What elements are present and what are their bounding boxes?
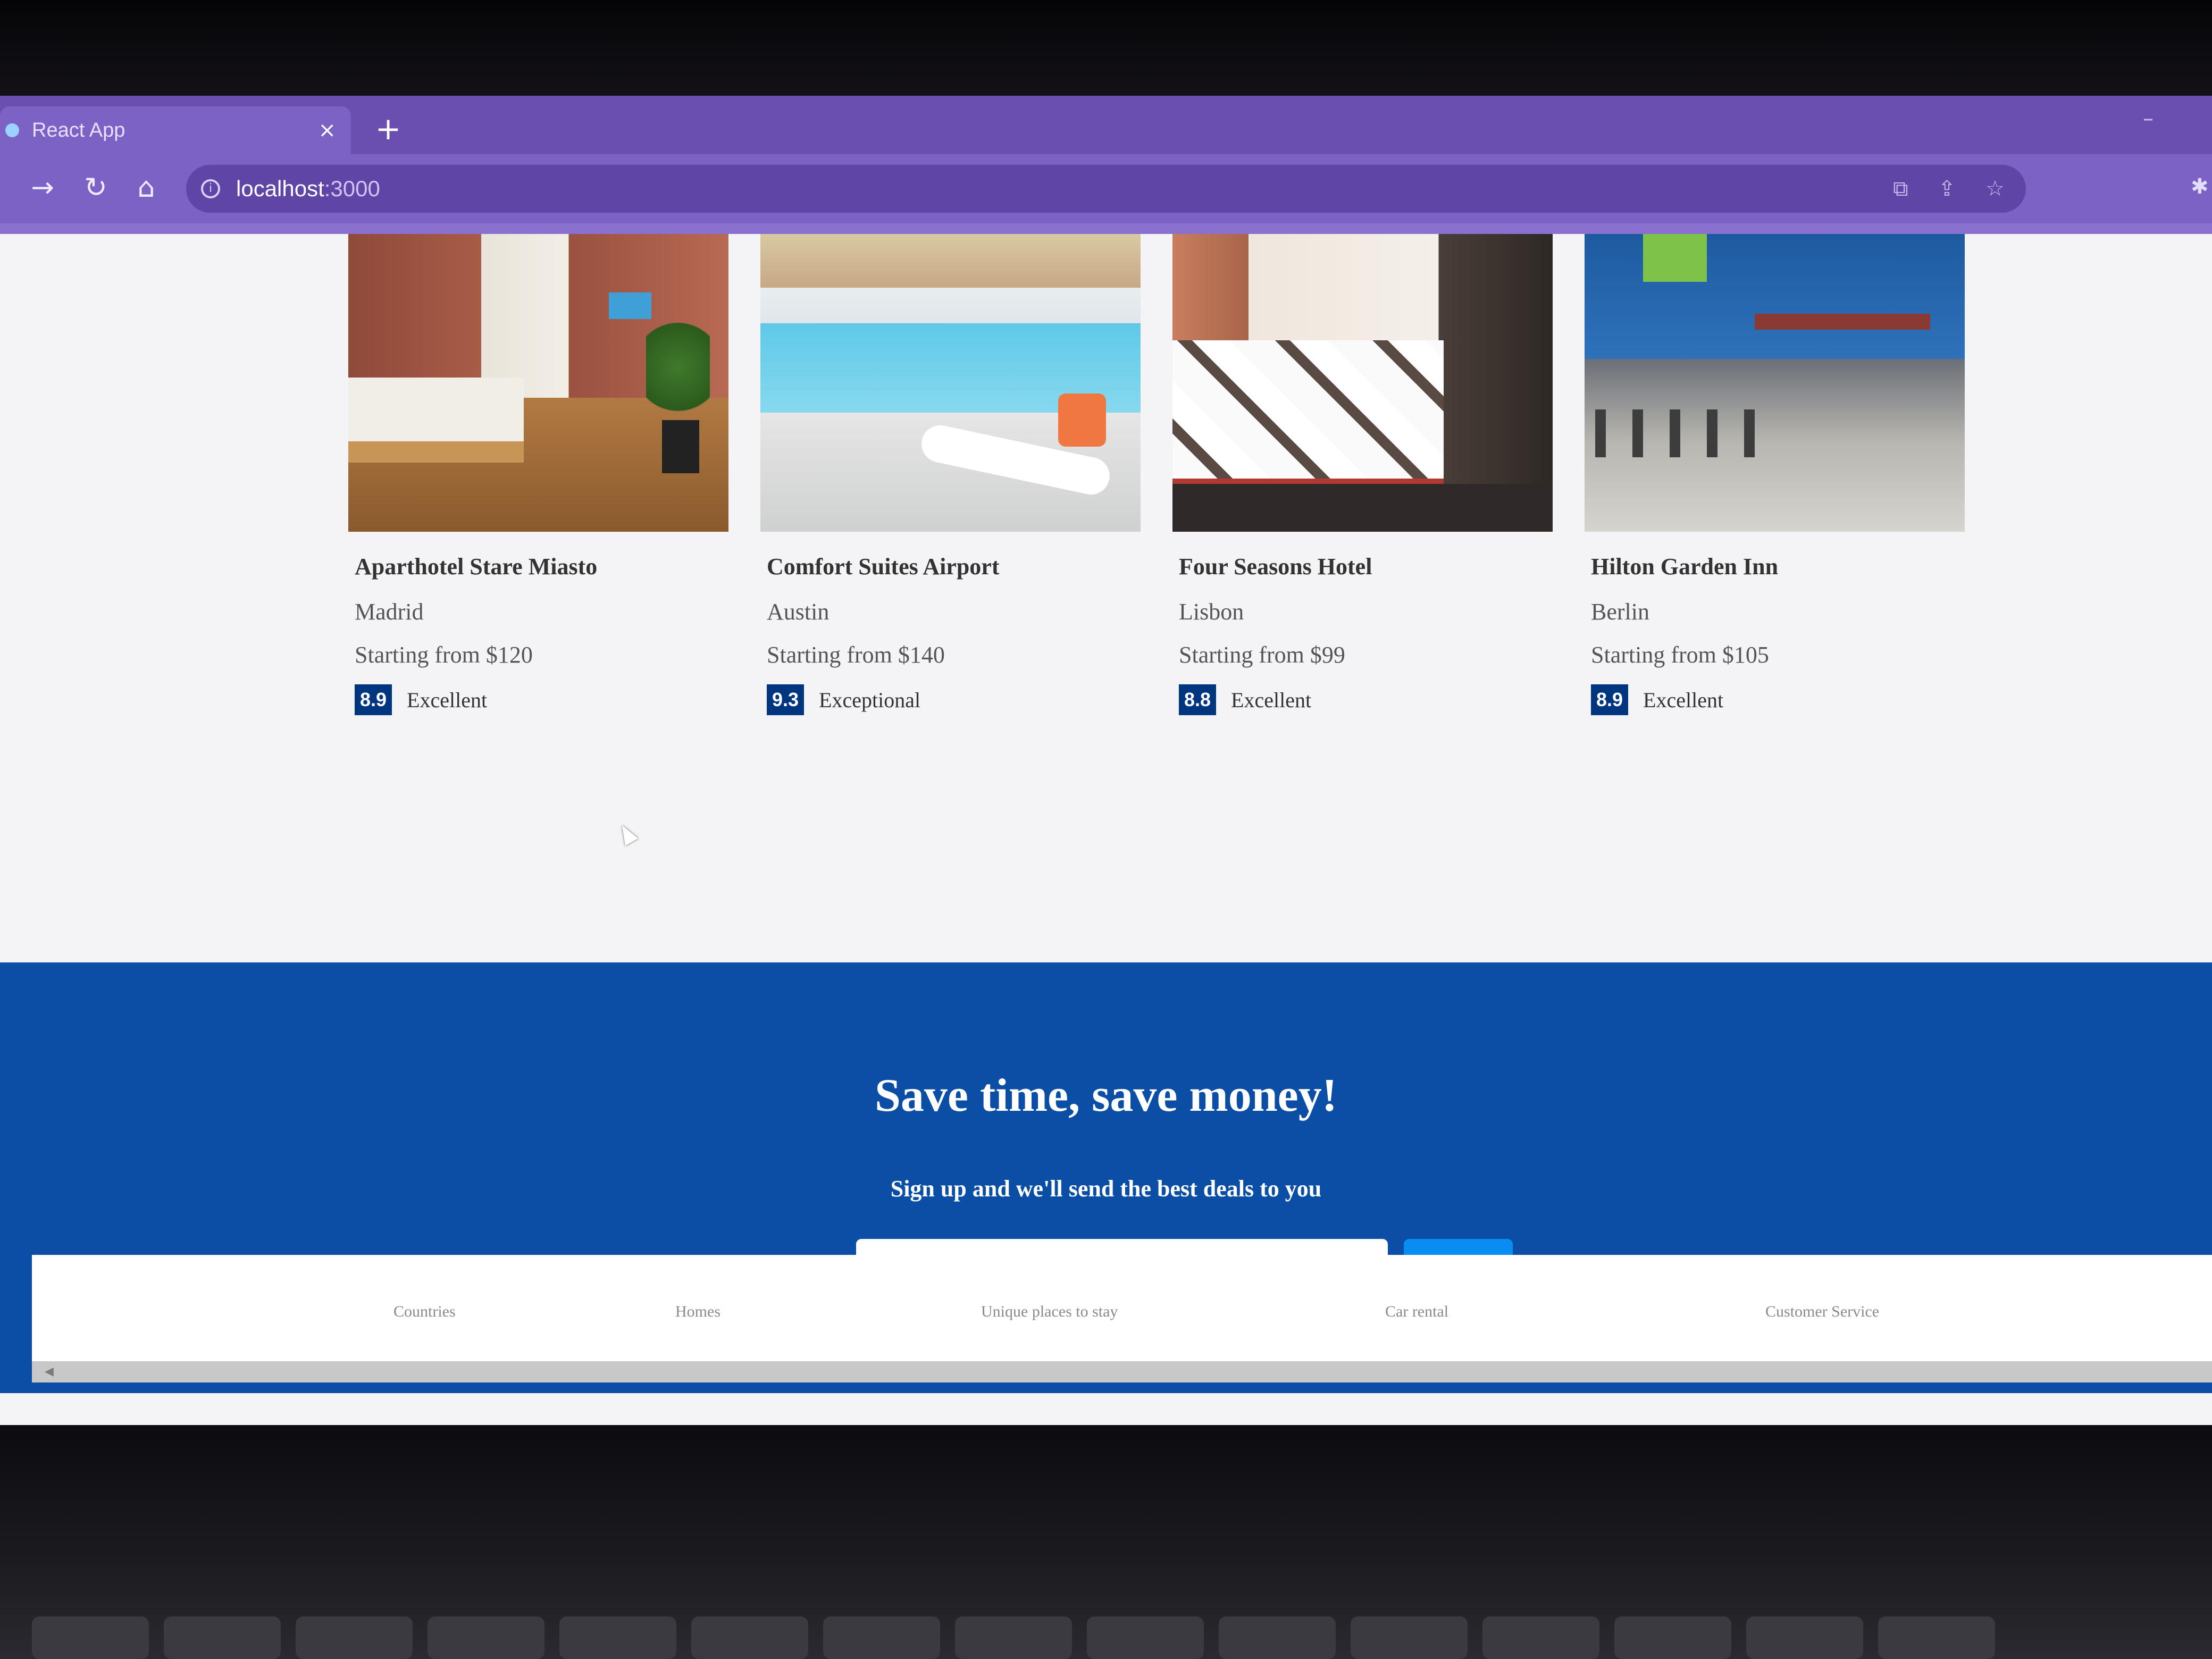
keyboard-key bbox=[1351, 1616, 1468, 1659]
address-bar-actions: ⧉ ⇪ ☆ bbox=[1893, 165, 2005, 213]
keyboard-key bbox=[1878, 1616, 1995, 1659]
image-tv-shape bbox=[609, 292, 651, 319]
keyboard-key bbox=[428, 1616, 544, 1659]
footer-column: Unique places to stay bbox=[981, 1303, 1385, 1321]
property-image[interactable] bbox=[760, 234, 1141, 532]
footer-link[interactable]: Countries bbox=[393, 1303, 675, 1321]
property-name: Comfort Suites Airport bbox=[767, 554, 1000, 580]
image-bed-shape bbox=[348, 378, 524, 463]
property-city: Berlin bbox=[1591, 599, 1649, 625]
featured-properties-list: Aparthotel Stare Miasto Madrid Starting … bbox=[348, 234, 1965, 766]
footer-column: Customer Service bbox=[1765, 1303, 2031, 1321]
browser-tab[interactable]: React App × bbox=[0, 106, 351, 154]
site-info-icon[interactable]: i bbox=[201, 179, 220, 198]
laptop-bezel-top bbox=[0, 0, 2212, 101]
image-pot-shape bbox=[662, 420, 699, 473]
address-bar[interactable]: i localhost:3000 ⧉ ⇪ ☆ bbox=[186, 165, 2026, 213]
keyboard-key bbox=[1087, 1616, 1204, 1659]
rating-score-badge: 9.3 bbox=[767, 684, 805, 715]
property-rating: 9.3 Exceptional bbox=[767, 684, 1141, 715]
browser-toolbar: → ↻ ⌂ i localhost:3000 ⧉ ⇪ ☆ ✱ bbox=[0, 154, 2212, 239]
rating-score-badge: 8.8 bbox=[1179, 684, 1217, 715]
property-price: Starting from $140 bbox=[767, 642, 945, 668]
rating-score-badge: 8.9 bbox=[1591, 684, 1629, 715]
image-cushion-shape bbox=[1058, 393, 1106, 447]
property-price: Starting from $105 bbox=[1591, 642, 1769, 668]
forward-arrow-icon[interactable]: → bbox=[24, 169, 61, 206]
rating-label: Excellent bbox=[407, 688, 488, 712]
newsletter-subtitle: Sign up and we'll send the best deals to… bbox=[890, 1176, 1322, 1202]
reload-icon[interactable]: ↻ bbox=[77, 169, 114, 206]
property-price: Starting from $99 bbox=[1179, 642, 1345, 668]
horizontal-scrollbar[interactable]: ◀ bbox=[32, 1361, 2212, 1382]
property-city: Lisbon bbox=[1179, 599, 1244, 625]
property-card[interactable]: Comfort Suites Airport Austin Starting f… bbox=[760, 234, 1141, 766]
image-plant-shape bbox=[646, 314, 710, 420]
window-minimize-icon[interactable]: – bbox=[2132, 106, 2164, 131]
rating-score-badge: 8.9 bbox=[355, 684, 392, 715]
footer-link[interactable]: Homes bbox=[675, 1303, 981, 1321]
extension-pin-icon[interactable]: ✱ bbox=[2191, 174, 2212, 201]
image-greenery-shape bbox=[1643, 234, 1707, 282]
tab-title: React App bbox=[32, 119, 125, 141]
keyboard-key bbox=[296, 1616, 413, 1659]
keyboard-key bbox=[955, 1616, 1072, 1659]
property-rating: 8.9 Excellent bbox=[1591, 684, 1965, 715]
rating-label: Excellent bbox=[1643, 688, 1724, 712]
image-floor-shape bbox=[1172, 484, 1553, 532]
footer-column: Countries bbox=[393, 1303, 675, 1321]
keyboard-key bbox=[1746, 1616, 1863, 1659]
keyboard-key bbox=[559, 1616, 676, 1659]
url-text: localhost:3000 bbox=[236, 176, 380, 202]
footer-columns: Countries Homes Unique places to stay Ca… bbox=[393, 1303, 2031, 1321]
home-icon[interactable]: ⌂ bbox=[128, 169, 165, 206]
scroll-left-arrow-icon[interactable]: ◀ bbox=[45, 1361, 54, 1382]
footer-link[interactable]: Car rental bbox=[1385, 1303, 1765, 1321]
property-card[interactable]: Four Seasons Hotel Lisbon Starting from … bbox=[1172, 234, 1553, 766]
property-name: Four Seasons Hotel bbox=[1179, 554, 1372, 580]
react-favicon-icon bbox=[5, 123, 19, 137]
mouse-cursor-icon bbox=[615, 822, 639, 846]
bookmark-star-icon[interactable]: ☆ bbox=[1985, 177, 2005, 201]
property-name: Hilton Garden Inn bbox=[1591, 554, 1779, 580]
property-image[interactable] bbox=[348, 234, 728, 532]
property-price: Starting from $120 bbox=[355, 642, 533, 668]
footer-column: Car rental bbox=[1385, 1303, 1765, 1321]
property-name: Aparthotel Stare Miasto bbox=[355, 554, 598, 580]
image-pergola-shape bbox=[1755, 314, 1930, 330]
install-app-icon[interactable]: ⧉ bbox=[1893, 177, 1908, 201]
rating-label: Exceptional bbox=[819, 688, 921, 712]
property-rating: 8.8 Excellent bbox=[1179, 684, 1553, 715]
property-card[interactable]: Hilton Garden Inn Berlin Starting from $… bbox=[1585, 234, 1965, 766]
url-host: localhost bbox=[236, 176, 324, 201]
property-city: Madrid bbox=[355, 599, 424, 625]
keyboard-key bbox=[691, 1616, 808, 1659]
url-port: :3000 bbox=[324, 176, 380, 201]
footer-column: Homes bbox=[675, 1303, 981, 1321]
footer-link[interactable]: Customer Service bbox=[1765, 1303, 2031, 1321]
new-tab-icon[interactable]: + bbox=[372, 113, 404, 145]
browser-tab-bar: React App × + – bbox=[0, 96, 2212, 154]
share-icon[interactable]: ⇪ bbox=[1938, 177, 1956, 201]
page-footer: Countries Homes Unique places to stay Ca… bbox=[32, 1255, 2212, 1361]
property-card[interactable]: Aparthotel Stare Miasto Madrid Starting … bbox=[348, 234, 728, 766]
keyboard-key bbox=[1614, 1616, 1731, 1659]
property-rating: 8.9 Excellent bbox=[355, 684, 728, 715]
rating-label: Excellent bbox=[1231, 688, 1312, 712]
footer-link[interactable]: Unique places to stay bbox=[981, 1303, 1385, 1321]
laptop-keyboard bbox=[0, 1616, 2212, 1659]
keyboard-key bbox=[1219, 1616, 1336, 1659]
close-tab-icon[interactable]: × bbox=[318, 118, 336, 143]
property-image[interactable] bbox=[1585, 234, 1965, 532]
keyboard-key bbox=[32, 1616, 149, 1659]
keyboard-key bbox=[164, 1616, 281, 1659]
keyboard-key bbox=[823, 1616, 940, 1659]
laptop-screen: React App × + – → ↻ ⌂ i localhost:3000 ⧉… bbox=[0, 96, 2212, 1436]
property-city: Austin bbox=[767, 599, 830, 625]
property-image[interactable] bbox=[1172, 234, 1553, 532]
keyboard-key bbox=[1482, 1616, 1599, 1659]
image-chairs-shape bbox=[1595, 409, 1755, 457]
newsletter-title: Save time, save money! bbox=[874, 1070, 1338, 1121]
